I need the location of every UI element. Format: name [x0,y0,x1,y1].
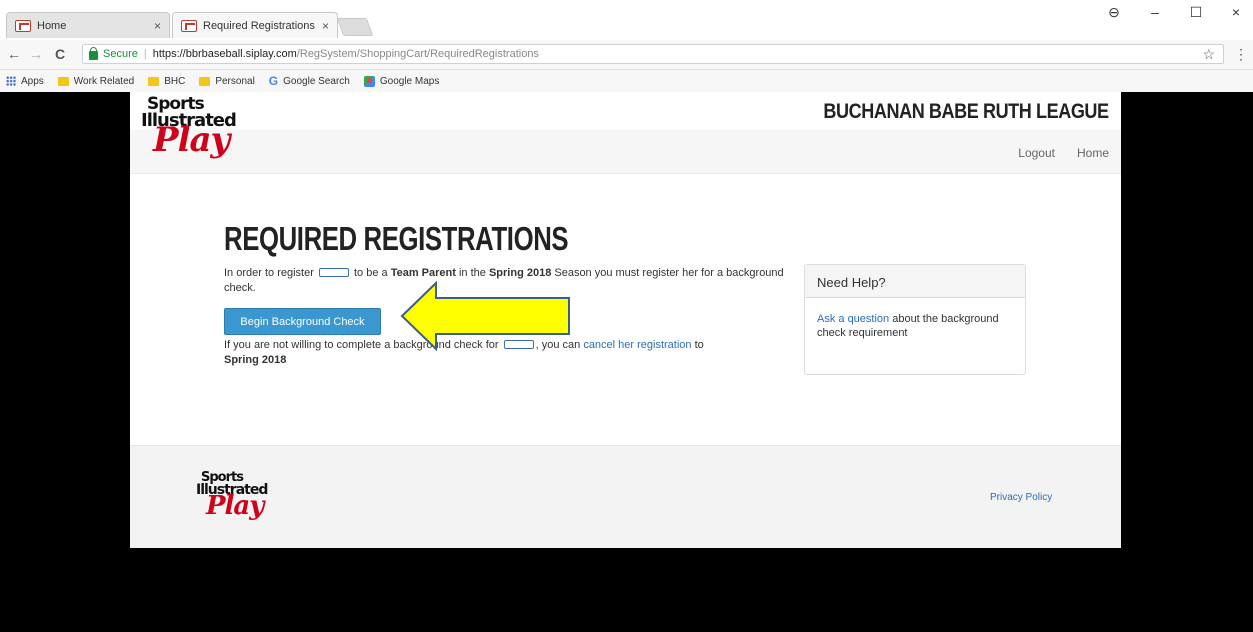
bookmark-bhc[interactable]: BHC [148,76,185,87]
intro-text-part: In order to register [224,267,317,279]
secure-label: Secure [103,48,138,60]
sports-illustrated-play-logo[interactable]: Sports Illustrated Play [141,95,237,161]
need-help-body: Ask a question about the background chec… [805,298,1025,354]
league-name: BUCHANAN BABE RUTH LEAGUE [823,100,1110,123]
bookmark-label: Work Related [73,75,135,87]
tab-title: Home [37,19,67,32]
back-icon[interactable]: ← [6,46,22,62]
home-link[interactable]: Home [1077,146,1109,160]
tab-home[interactable]: Home × [6,12,170,38]
lock-icon [89,46,98,60]
need-help-panel: Need Help? Ask a question about the back… [804,264,1026,375]
apps-icon [6,76,16,86]
cancel-registration-link[interactable]: cancel her registration [583,339,691,351]
begin-background-check-button[interactable]: Begin Background Check [224,308,381,335]
season-name: Spring 2018 [224,354,287,366]
folder-icon [57,76,69,86]
reload-icon[interactable]: C [52,46,68,62]
bookmark-label: Personal [215,75,255,87]
bookmarks-bar: Apps Work Related BHC Personal G Google S… [0,70,1253,92]
bookmark-star-icon[interactable]: ☆ [1202,46,1215,63]
bookmark-label: Apps [21,75,44,87]
cancel-text-part: to [691,339,704,351]
url-input[interactable]: Secure | https://bbrbaseball.siplay.com … [82,44,1224,64]
bookmark-personal[interactable]: Personal [199,75,255,87]
minimize-icon[interactable]: – [1143,4,1167,20]
header-band [130,130,1121,174]
bookmark-label: Google Maps [379,75,440,87]
tab-required-registrations[interactable]: Required Registrations × [172,12,338,38]
intro-text-part: to be a [350,267,391,279]
role-name: Team Parent [390,267,456,279]
new-tab-button[interactable] [336,18,374,36]
page-footer: Sports Illustrated Play Privacy Policy [130,445,1121,548]
maximize-icon[interactable]: ☐ [1184,4,1208,21]
url-path: /RegSystem/ShoppingCart/RequiredRegistra… [296,48,539,60]
page-title: REQUIRED REGISTRATIONS [224,220,569,257]
footer-logo[interactable]: Sports Illustrated Play [196,471,268,521]
url-host: https://bbrbaseball.siplay.com [152,48,297,60]
forward-icon[interactable]: → [28,46,44,62]
logout-link[interactable]: Logout [1018,146,1055,160]
privacy-policy-link[interactable]: Privacy Policy [990,492,1052,503]
web-page: Sports Illustrated Play BUCHANAN BABE RU… [130,92,1121,548]
tab-close-icon[interactable]: × [322,19,329,33]
url-separator: | [143,48,147,60]
bookmark-google-search[interactable]: G Google Search [269,74,350,88]
logo-line-play: Play [153,120,230,161]
google-icon: G [268,74,279,88]
folder-icon [199,76,211,86]
redacted-name [318,268,349,277]
bookmark-work-related[interactable]: Work Related [57,75,135,87]
folder-icon [148,76,160,86]
close-window-icon[interactable]: × [1224,4,1248,20]
bookmark-label: BHC [164,75,186,87]
tab-close-icon[interactable]: × [154,19,161,33]
intro-text-part: in the [455,267,489,279]
logo-line-play: Play [206,490,264,521]
account-icon[interactable]: ⊖ [1102,4,1126,21]
top-nav: Logout Home [1018,146,1109,160]
maps-icon [363,75,375,87]
season-name: Spring 2018 [488,267,552,279]
bookmark-google-maps[interactable]: Google Maps [363,75,440,87]
bookmark-apps[interactable]: Apps [6,76,44,87]
yellow-arrow-annotation-icon [400,281,570,351]
siplay-favicon-icon [181,19,197,32]
bookmark-label: Google Search [283,75,350,87]
address-bar: ← → C Secure | https://bbrbaseball.sipla… [0,40,1253,70]
ask-question-link[interactable]: Ask a question [817,313,889,325]
need-help-title: Need Help? [805,265,1025,298]
tab-title: Required Registrations [203,19,315,32]
arrow-shape [400,281,570,351]
browser-tab-bar: Home × Required Registrations × ⊖ – ☐ × [0,0,1253,40]
browser-menu-icon[interactable]: ⋮ [1234,46,1248,63]
siplay-favicon-icon [15,19,31,32]
